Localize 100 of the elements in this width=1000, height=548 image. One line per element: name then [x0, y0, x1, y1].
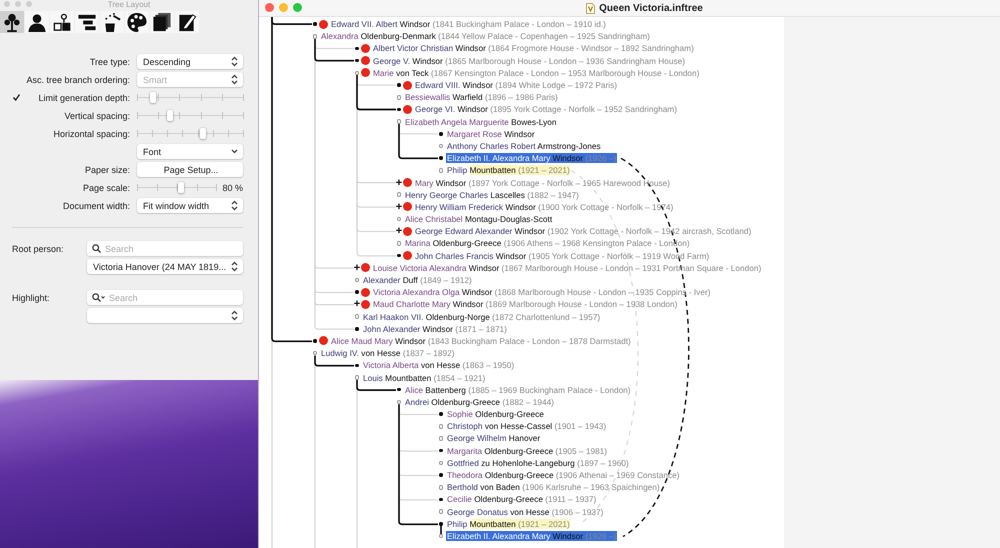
slider-thumb[interactable]: [150, 92, 156, 103]
bullet-icon: [396, 94, 402, 100]
person-name[interactable]: George VI. Windsor (1895 York Cottage - Norfolk – 1952 Sandringham): [414, 104, 678, 114]
bullet-icon: [439, 522, 443, 526]
zoom-button[interactable]: [293, 3, 302, 12]
pages-icon: [152, 12, 172, 32]
page-setup-button[interactable]: Page Setup...: [137, 162, 243, 177]
slider-thumb[interactable]: [166, 110, 173, 121]
person-name[interactable]: Edward VIII. Windsor (1894 White Lodge – 1972 Paris): [414, 80, 618, 90]
bullet-icon: [397, 388, 401, 392]
person-name[interactable]: Gottfried zu Hohenlohe-Langeburg (1897 – 1960): [446, 458, 630, 468]
dropdown[interactable]: Fit window width: [137, 198, 243, 213]
toolbar-tab[interactable]: [125, 11, 149, 33]
person-name[interactable]: George Edward Alexander Windsor (1902 York Cottage - Norfolk – 1942 aircrash, Scotland): [414, 226, 752, 236]
person-name[interactable]: Elizabeth II. Alexandra Mary Windsor (1926 –): [446, 153, 618, 164]
bullet-icon: [397, 108, 401, 112]
field-label: Page scale:: [82, 182, 130, 192]
person-name[interactable]: Theodora Oldenburg-Greece (1906 Athenai – 1969 Constance): [446, 470, 680, 480]
person-name[interactable]: Louis Mountbatten (1854 – 1921): [362, 372, 486, 383]
person-name[interactable]: Sophie Oldenburg-Greece: [446, 409, 545, 420]
person-name[interactable]: Elizabeth Angela Marguerite Bowes-Lyon: [404, 116, 558, 127]
minimize-button[interactable]: [279, 3, 288, 12]
field-label: Limit generation depth:: [38, 92, 130, 102]
connector-line: [440, 524, 442, 536]
slider[interactable]: [137, 126, 243, 141]
expand-toggle[interactable]: +: [396, 227, 402, 236]
toolbar-tab[interactable]: [100, 11, 124, 33]
person-name[interactable]: Margarita Oldenburg-Greece (1905 – 1981): [446, 446, 608, 456]
person-icon: [27, 12, 47, 32]
person-name[interactable]: Ludwig IV. von Hesse (1837 – 1892): [320, 348, 456, 358]
person-name[interactable]: Alice Christabel Montagu-Douglas-Scott: [404, 214, 554, 224]
person-name[interactable]: Alice Maud Mary Windsor (1843 Buckingham Palace - London – 1878 Darmstadt): [330, 336, 632, 346]
expand-toggle[interactable]: +: [354, 300, 360, 308]
person-name[interactable]: Alice Battenberg (1885 – 1969 Buckingham Palace - London): [404, 384, 632, 395]
chevron-icon: [230, 261, 239, 272]
bullet-icon: [439, 473, 443, 477]
person-name[interactable]: Bessiewallis Warfield (1896 – 1986 Paris): [404, 92, 559, 102]
person-name[interactable]: Berthold von Baden (1906 Karlsruhe – 1963 Spaichingen): [446, 482, 661, 492]
edit-note-icon: [177, 12, 197, 32]
bullet-icon: [438, 168, 444, 173]
slider[interactable]: [137, 90, 243, 105]
person-name[interactable]: John Alexander Windsor (1871 – 1871): [362, 324, 508, 334]
person-name[interactable]: George V. Windsor (1865 Marlborough House - London – 1936 Sandringham House): [372, 56, 686, 66]
bullet-icon: [312, 34, 318, 39]
checkbox[interactable]: [12, 93, 21, 102]
person-name[interactable]: Alexandra Oldenburg-Denmark (1844 Yellow Palace - Copenhagen – 1925 Sandringham): [320, 31, 651, 42]
close-button[interactable]: [265, 3, 274, 12]
person-name[interactable]: George Wilhelm Hanover: [446, 433, 542, 444]
person-name[interactable]: Anthony Charles Robert Armstrong-Jones: [446, 140, 602, 151]
person-name[interactable]: Victoria Alberta von Hesse (1863 – 1950): [362, 360, 516, 370]
person-name[interactable]: Edward VII. Albert Windsor (1841 Buckingham Palace - London – 1910 id.): [330, 19, 607, 30]
bullet-icon: [438, 424, 444, 429]
slider[interactable]: [137, 108, 243, 123]
bullet-icon: [397, 83, 401, 87]
toolbar-tab[interactable]: [75, 11, 99, 33]
bullet-icon: [313, 22, 317, 26]
person-name[interactable]: Henry George Charles Lascelles (1882 – 1947): [404, 190, 580, 200]
person-name[interactable]: Victoria Alexandra Olga Windsor (1868 Marlborough House - London – 1935 Coppins - Iver): [372, 287, 712, 298]
bullet-icon: [313, 339, 317, 343]
expand-toggle[interactable]: +: [354, 264, 360, 272]
person-name[interactable]: Christoph von Hesse-Cassel (1901 – 1943): [446, 421, 608, 432]
search-field[interactable]: Search: [87, 241, 243, 256]
person-name[interactable]: Elizabeth II. Alexandra Mary Windsor (1926 –): [446, 530, 618, 541]
search-field[interactable]: Search: [87, 290, 243, 305]
chevron-icon: [230, 200, 239, 211]
person-name[interactable]: Mary Windsor (1897 York Cottage - Norfolk – 1965 Harewood House): [414, 178, 672, 188]
slider-thumb[interactable]: [200, 128, 206, 139]
person-name[interactable]: Cecilie Oldenburg-Greece (1911 – 1937): [446, 494, 598, 504]
person-name[interactable]: George Donatus von Hesse (1906 – 1937): [446, 506, 604, 517]
bullet-icon: [439, 448, 443, 452]
dropdown[interactable]: Descending: [137, 54, 243, 69]
bullet-icon: [355, 327, 359, 331]
person-name[interactable]: Maud Charlotte Mary Windsor (1869 Marlborough House - London – 1938 London): [372, 299, 678, 310]
bullet-icon: [354, 278, 360, 282]
field-label: Paper size:: [84, 164, 130, 174]
person-name[interactable]: Alexander Duff (1849 – 1912): [362, 275, 473, 286]
scale-value: 80 %: [222, 182, 243, 192]
toolbar-tab[interactable]: [25, 11, 49, 33]
field-label: Root person:: [12, 244, 65, 254]
toolbar-tab[interactable]: [175, 11, 199, 33]
toolbar-tab[interactable]: [150, 11, 174, 33]
person-name[interactable]: Andrei Oldenburg-Greece (1882 – 1944): [404, 396, 555, 407]
person-name[interactable]: Karl Haakon VII. Oldenburg-Norge (1872 Charlottenlund – 1957): [362, 312, 602, 322]
toolbar-tab[interactable]: [50, 11, 74, 33]
toolbar-tab[interactable]: [0, 11, 24, 33]
expand-toggle[interactable]: +: [396, 202, 402, 211]
field-label: Vertical spacing:: [64, 110, 130, 120]
person-name[interactable]: Margaret Rose Windsor: [446, 128, 536, 139]
person-name[interactable]: John Charles Francis Windsor (1905 York Cottage - Norfolk – 1919 Wood Farm): [414, 250, 710, 261]
bullet-icon: [355, 58, 359, 62]
bullet-icon: [312, 350, 318, 356]
person-name[interactable]: Albert Victor Christian Windsor (1864 Frogmore House - Windsor – 1892 Sandringham): [372, 43, 695, 54]
dropdown[interactable]: Victoria Hanover (24 MAY 1819...: [87, 259, 243, 274]
person-name[interactable]: Marie von Teck (1867 Kensington Palace - London – 1953 Marlborough House - London): [372, 68, 700, 78]
dropdown[interactable]: Font: [137, 144, 243, 159]
person-name[interactable]: Marina Oldenburg-Greece (1906 Athens – 1968 Kensington Palace - London): [404, 238, 691, 248]
slider[interactable]: [137, 180, 216, 195]
bullet-icon: [354, 375, 360, 380]
chevron-icon: [230, 74, 239, 85]
expand-toggle[interactable]: +: [396, 178, 402, 187]
